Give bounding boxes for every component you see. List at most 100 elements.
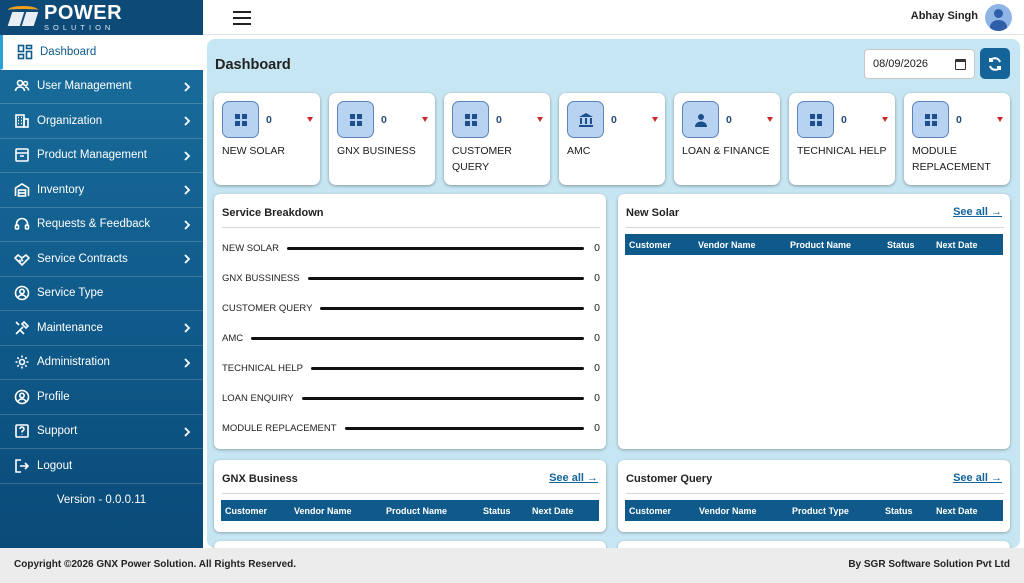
card-label: NEW SOLAR [222, 145, 286, 157]
sidebar-item-administration[interactable]: Administration [0, 346, 203, 380]
customer-query-panel: Customer Query See all → Customer Vendor… [618, 460, 1010, 532]
service-breakdown-panel: Service Breakdown NEW SOLAR 0 GNX BUSSIN… [214, 194, 606, 449]
column-header[interactable]: Product Name [790, 240, 851, 250]
solar-panel-logo-icon [7, 5, 40, 30]
card-amc[interactable]: 0 AMC [559, 93, 665, 185]
bank-icon [567, 101, 604, 138]
brand-logo[interactable]: POWER SOLUTION [0, 0, 223, 35]
sidebar-item-label: Product Management [37, 149, 147, 162]
column-header[interactable]: Status [885, 506, 913, 516]
column-header[interactable]: Vendor Name [699, 506, 757, 516]
grid-icon [452, 101, 489, 138]
table-header: Customer Vendor Name Product Name Status… [625, 234, 1003, 255]
breakdown-row: AMC 0 [222, 328, 600, 348]
date-value: 08/09/2026 [873, 58, 929, 70]
breakdown-label: GNX BUSSINESS [222, 272, 300, 284]
sidebar-nav: Dashboard User Management Organization P… [0, 35, 203, 484]
building-icon [13, 112, 31, 130]
sidebar-item-organization[interactable]: Organization [0, 104, 203, 139]
refresh-button[interactable] [980, 48, 1010, 79]
panel-title: New Solar [626, 207, 680, 219]
breakdown-row: MODULE REPLACEMENT 0 [222, 418, 600, 438]
column-header[interactable]: Product Name [386, 506, 447, 516]
card-technical-help[interactable]: 0 TECHNICAL HELP [789, 93, 895, 185]
sidebar-item-label: Inventory [37, 183, 85, 196]
chevron-right-icon [181, 81, 193, 93]
column-header[interactable]: Status [887, 240, 915, 250]
gear-icon [13, 353, 31, 371]
sidebar-item-dashboard[interactable]: Dashboard [0, 35, 203, 70]
see-all-link[interactable]: See all → [549, 472, 598, 484]
breakdown-row: LOAN ENQUIRY 0 [222, 388, 600, 408]
column-header[interactable]: Vendor Name [294, 506, 352, 516]
caret-down-icon [652, 117, 658, 122]
column-header[interactable]: Next Date [936, 240, 978, 250]
sidebar-item-label: User Management [37, 80, 132, 93]
sidebar-item-user-management[interactable]: User Management [0, 70, 203, 104]
sidebar-item-support[interactable]: Support [0, 415, 203, 449]
card-loan-finance[interactable]: 0 LOAN & FINANCE [674, 93, 780, 185]
tools-icon [13, 319, 31, 337]
hamburger-menu-icon[interactable] [233, 11, 251, 25]
sidebar-item-requests-feedback[interactable]: Requests & Feedback [0, 208, 203, 242]
sidebar-item-inventory[interactable]: Inventory [0, 173, 203, 208]
card-new-solar[interactable]: 0 NEW SOLAR [214, 93, 320, 185]
new-solar-panel: New Solar See all → Customer Vendor Name… [618, 194, 1010, 449]
card-count: 0 [841, 114, 847, 126]
sidebar-item-service-contracts[interactable]: Service Contracts [0, 242, 203, 277]
chevron-right-icon [181, 426, 193, 438]
see-all-link[interactable]: See all → [953, 472, 1002, 484]
grid-icon [797, 101, 834, 138]
breakdown-row: GNX BUSSINESS 0 [222, 268, 600, 288]
warehouse-icon [13, 181, 31, 199]
column-header[interactable]: Next Date [532, 506, 574, 516]
chevron-right-icon [181, 115, 193, 127]
panel-title: GNX Business [222, 473, 298, 485]
column-header[interactable]: Product Type [792, 506, 849, 516]
column-header[interactable]: Status [483, 506, 511, 516]
sidebar-item-label: Profile [37, 390, 70, 403]
user-name[interactable]: Abhay Singh [911, 10, 978, 22]
card-customer-query[interactable]: 0 CUSTOMER QUERY [444, 93, 550, 185]
column-header[interactable]: Vendor Name [698, 240, 756, 250]
card-count: 0 [381, 114, 387, 126]
sidebar-item-service-type[interactable]: Service Type [0, 277, 203, 311]
column-header[interactable]: Customer [225, 506, 267, 516]
breakdown-label: TECHNICAL HELP [222, 362, 303, 374]
column-header[interactable]: Next Date [936, 506, 978, 516]
date-input[interactable]: 08/09/2026 [864, 49, 975, 79]
avatar[interactable] [985, 4, 1012, 31]
refresh-icon [989, 56, 1001, 71]
sidebar-item-logout[interactable]: Logout [0, 449, 203, 484]
app-version: Version - 0.0.0.11 [56, 493, 147, 506]
sidebar-item-product-management[interactable]: Product Management [0, 139, 203, 173]
card-label: CUSTOMER QUERY [452, 145, 512, 173]
column-header[interactable]: Customer [629, 506, 671, 516]
card-label: GNX BUSINESS [337, 145, 416, 157]
breakdown-label: LOAN ENQUIRY [222, 392, 294, 404]
column-header[interactable]: Customer [629, 240, 671, 250]
logout-icon [13, 457, 31, 475]
caret-down-icon [767, 117, 773, 122]
box-icon [13, 146, 31, 164]
divider [626, 227, 1004, 228]
chevron-right-icon [181, 219, 193, 231]
sidebar-item-profile[interactable]: Profile [0, 380, 203, 415]
sidebar-item-maintenance[interactable]: Maintenance [0, 311, 203, 346]
calendar-icon[interactable] [955, 58, 966, 70]
card-gnx-business[interactable]: 0 GNX BUSINESS [329, 93, 435, 185]
chevron-right-icon [181, 184, 193, 196]
breakdown-label: CUSTOMER QUERY [222, 302, 313, 314]
breakdown-bar [301, 396, 584, 400]
next-panel-left [214, 541, 606, 548]
sidebar-item-label: Administration [37, 356, 110, 369]
see-all-link[interactable]: See all → [953, 206, 1002, 218]
person-icon [682, 101, 719, 138]
dashboard-main: Dashboard 08/09/2026 0 NEW SOLAR 0 GNX B… [207, 39, 1020, 548]
card-module-replacement[interactable]: 0 MODULE REPLACEMENT [904, 93, 1010, 185]
card-count: 0 [266, 114, 272, 126]
user-circle-icon [13, 284, 31, 302]
sidebar-item-label: Logout [37, 459, 73, 472]
breakdown-value: 0 [594, 422, 600, 434]
panel-title: Service Breakdown [222, 207, 324, 219]
